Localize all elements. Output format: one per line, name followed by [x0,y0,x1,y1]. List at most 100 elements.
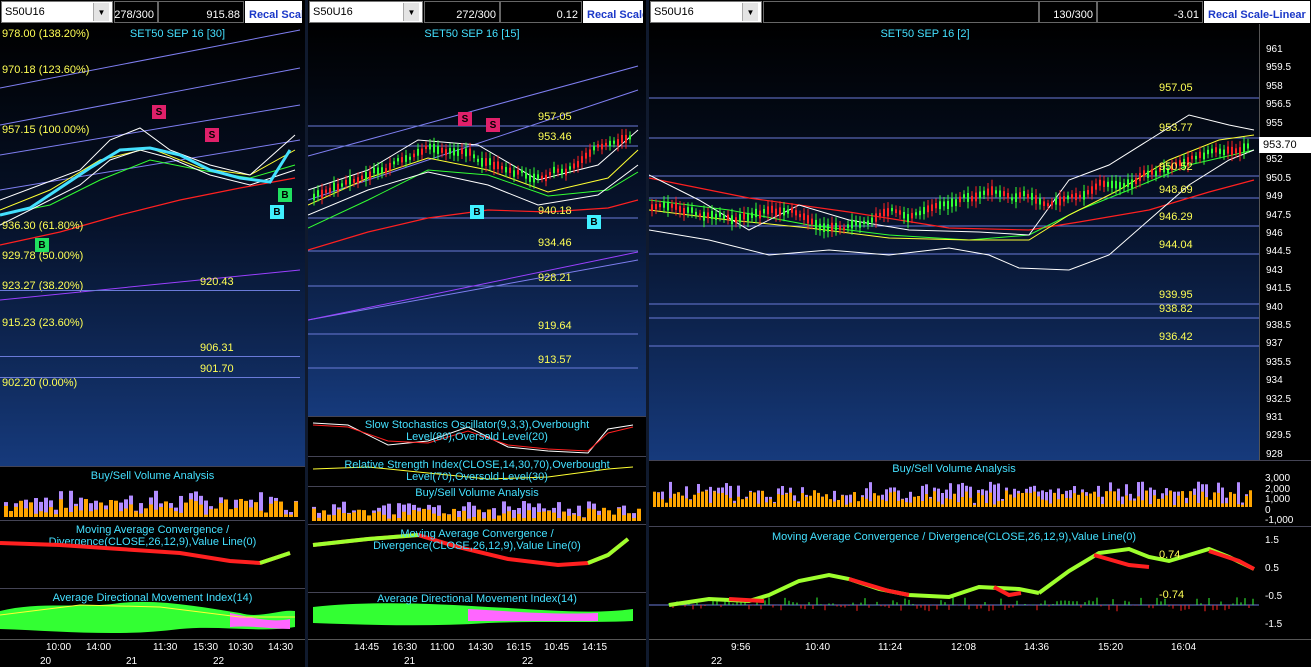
candle-body [577,161,579,168]
candle-body [939,201,941,210]
volume-bar [945,498,948,507]
candle-body [787,209,789,214]
volume-bar [1065,497,1068,507]
candle-body [417,148,419,156]
axis-tick: 937 [1266,338,1283,350]
volume-bar [274,500,278,517]
candle-body [341,183,343,187]
candle-body [1103,180,1105,187]
candle-body [545,174,547,182]
volume-bar [637,508,641,521]
time-tick: 14:36 [1024,642,1050,653]
candle-body [1111,180,1113,189]
volume-bar [1137,496,1140,507]
volume-bar [965,491,968,507]
volume-bar [149,504,153,517]
date-tick: 21 [404,656,416,667]
volume-bar [1117,500,1120,507]
volume-bar [1221,503,1224,507]
candle-body [979,191,981,199]
candle-body [955,199,957,207]
candle-body [1235,148,1237,154]
candle-body [875,213,877,222]
candle-body [1043,201,1045,206]
candle-body [947,200,949,210]
candle-body [975,192,977,202]
volume-bar [552,512,556,521]
candle-body [421,148,423,155]
volume-bar [1185,503,1188,507]
volume-bar [24,508,28,517]
candle-body [377,167,379,175]
candle-body [775,208,777,216]
volume-bar [1149,487,1152,507]
candle-body [1199,151,1201,159]
candle-body [389,162,391,170]
volume-bar [417,511,421,521]
candle-body [481,157,483,167]
candle-body [835,222,837,231]
candle-body [903,211,905,219]
candle-body [891,207,893,212]
volume-bar [1233,493,1236,507]
volume-bar [1053,492,1056,507]
volume-bar [785,493,788,507]
candle-body [541,175,543,179]
candle-body [899,210,901,215]
volume-bar [1141,500,1144,507]
candle-body [883,208,885,217]
candle-body [1139,172,1141,182]
candle-body [831,222,833,231]
volume-bar [89,511,93,517]
macd-subchart: Moving Average Convergence / Divergence(… [0,520,305,588]
candle-body [345,179,347,185]
level-label: 938.82 [1159,303,1193,315]
candle-body [983,190,985,195]
candle-body [321,189,323,199]
candle-body [513,170,515,177]
level-label: 940.18 [538,205,572,217]
volume-bar [705,490,708,507]
candle-body [1239,147,1241,156]
volume-bar [1237,504,1240,507]
candle-body [999,190,1001,197]
indicator-title: Slow Stochastics Oscillator(9,3,3),Overb… [364,419,590,443]
volume-bar [54,514,58,517]
candle-body [313,193,315,201]
volume-bar [1193,494,1196,507]
volume-bar [497,515,501,521]
volume-bar [567,515,571,521]
volume-bar [929,498,932,507]
candle-body [573,163,575,169]
volume-bar [452,508,456,521]
volume-bar [387,518,391,521]
volume-bar [402,511,406,521]
volume-bar [893,491,896,507]
volume-bar [689,500,692,507]
candle-body [719,211,721,217]
sell-signal: S [152,105,166,119]
volume-bar [244,500,248,517]
volume-bar [1201,491,1204,507]
candle-body [871,217,873,223]
macd-subchart: Moving Average Convergence / Divergence(… [649,526,1311,639]
volume-bar [462,510,466,521]
volume-bar [749,492,752,507]
volume-bar [602,507,606,521]
volume-bar [761,490,764,507]
volume-bar [472,516,476,521]
chart-panel-1: S50U16 ▼ 278/300 915.88 Recal Scale-Line… [0,0,305,667]
candle-body [473,154,475,159]
volume-bar [1077,494,1080,507]
volume-bar [467,502,471,521]
axis-tick: -1.5 [1265,619,1283,630]
volume-bar [342,513,346,521]
volume-bar [673,493,676,507]
candle-body [569,166,571,170]
candle-body [727,214,729,220]
volume-bar [853,492,856,507]
candle-body [783,207,785,216]
volume-bar [933,491,936,507]
time-tick: 14:00 [86,642,112,653]
volume-bar [1225,503,1228,507]
